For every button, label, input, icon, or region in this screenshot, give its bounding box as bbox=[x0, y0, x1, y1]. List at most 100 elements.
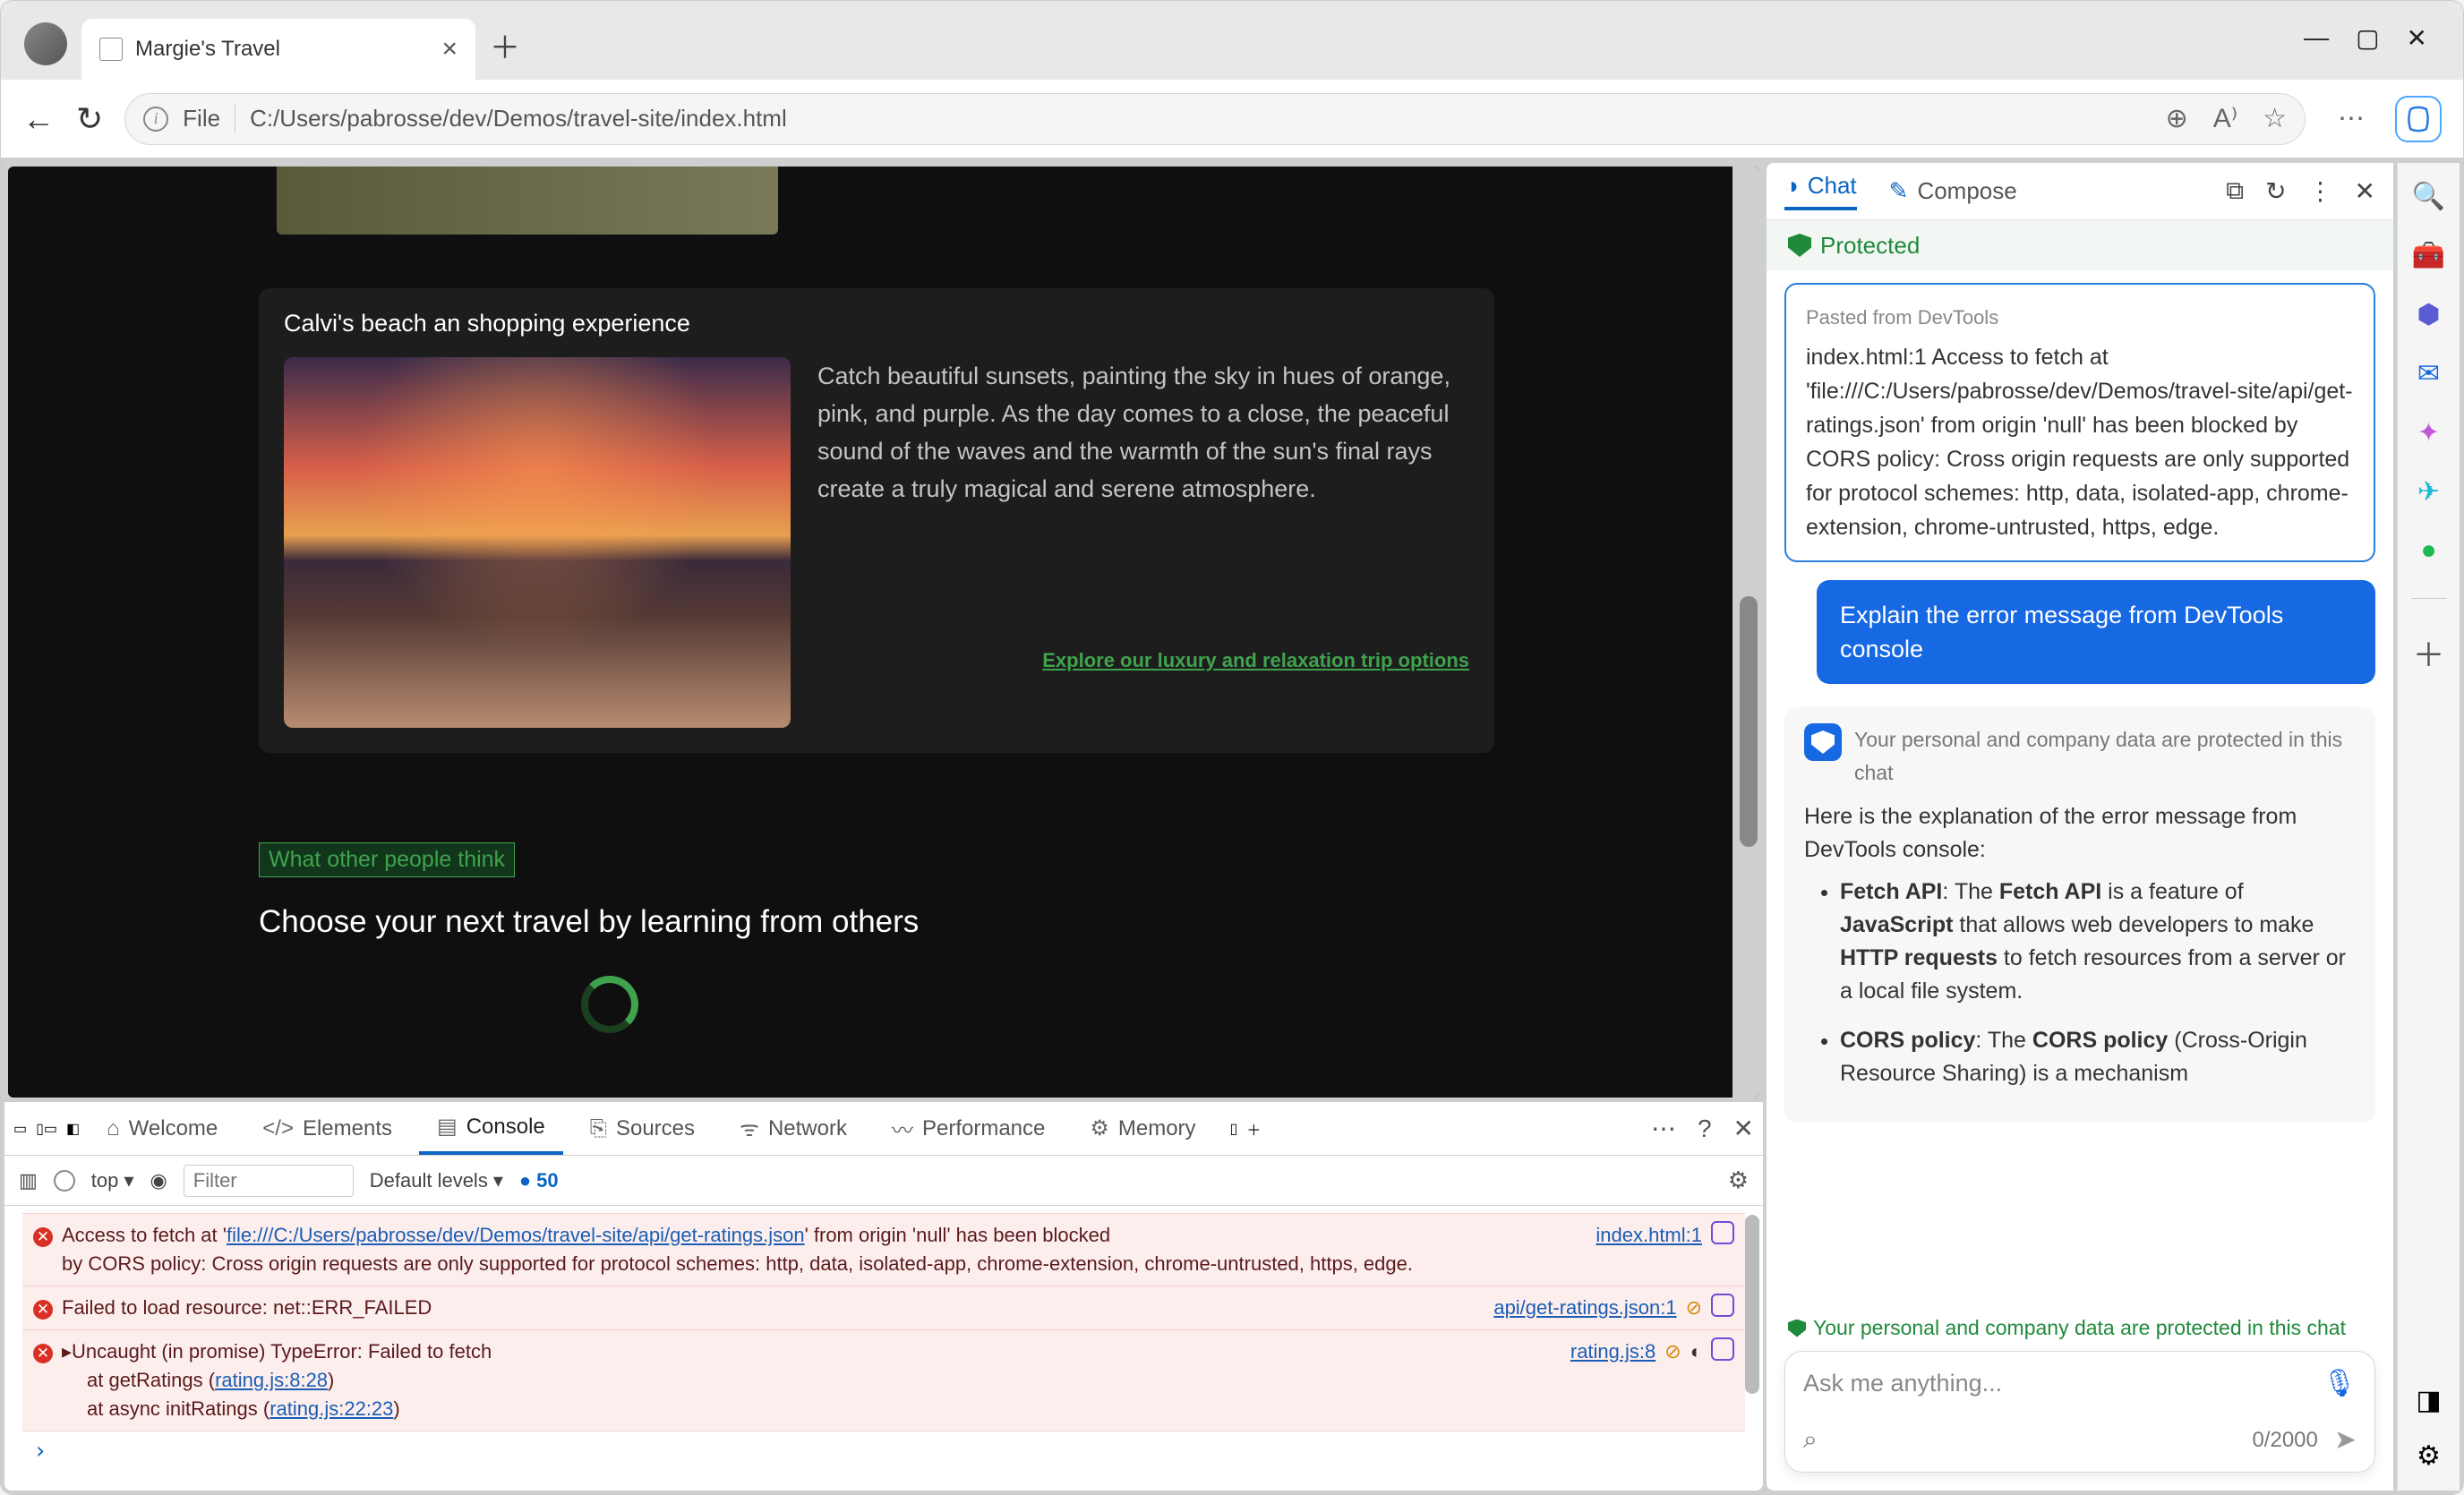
info-count-badge[interactable]: 50 bbox=[519, 1169, 559, 1192]
url-box[interactable]: i File C:/Users/pabrosse/dev/Demos/trave… bbox=[124, 93, 2306, 145]
spotify-icon[interactable]: ● bbox=[2412, 534, 2446, 568]
warning-badge-icon[interactable]: ⊘ bbox=[1686, 1294, 1702, 1322]
open-external-icon[interactable]: ⧉ bbox=[2226, 176, 2244, 206]
clear-console-icon[interactable] bbox=[54, 1170, 75, 1192]
stack2-link[interactable]: rating.js:22:23 bbox=[270, 1397, 393, 1420]
console-prompt[interactable]: › bbox=[22, 1431, 1745, 1471]
send-plane-icon[interactable]: ✈ bbox=[2412, 474, 2446, 508]
m365-icon[interactable]: ⬢ bbox=[2412, 297, 2446, 331]
b1a: Fetch API bbox=[1840, 879, 1942, 904]
copilot-explain-icon[interactable] bbox=[1711, 1294, 1734, 1317]
tab-network[interactable]: ᯤNetwork bbox=[722, 1102, 865, 1155]
profile-avatar[interactable] bbox=[24, 22, 67, 65]
warning-badge-icon[interactable]: ⊘ bbox=[1664, 1337, 1681, 1366]
devtools-close-icon[interactable]: ✕ bbox=[1733, 1114, 1754, 1143]
device-toolbar-icon[interactable]: ▯▭ bbox=[36, 1120, 57, 1138]
tab-title: Margie's Travel bbox=[135, 37, 280, 62]
copilot-input-box[interactable]: Ask me anything... 🎙 ⌕ 0/2000 ➤ bbox=[1784, 1351, 2375, 1473]
error-icon: ✕ bbox=[33, 1344, 53, 1363]
url-protocol: File bbox=[183, 105, 220, 132]
sidebar-divider bbox=[2411, 598, 2447, 599]
designer-icon[interactable]: ✦ bbox=[2412, 415, 2446, 449]
page-scrollbar-thumb[interactable] bbox=[1740, 596, 1758, 847]
outlook-icon[interactable]: ✉ bbox=[2412, 356, 2446, 390]
card-cta-link[interactable]: Explore our luxury and relaxation trip o… bbox=[817, 642, 1469, 679]
copilot-more-icon[interactable]: ⋮ bbox=[2308, 176, 2333, 206]
webpage-viewport[interactable]: Calvi's beach an shopping experience Cat… bbox=[8, 167, 1759, 1098]
tab-performance[interactable]: 〰Performance bbox=[874, 1102, 1063, 1155]
memory-icon: ⚙ bbox=[1090, 1115, 1109, 1141]
tab-elements[interactable]: </>Elements bbox=[244, 1102, 410, 1155]
zoom-icon[interactable]: ⊕ bbox=[2166, 103, 2188, 134]
answer-intro: Here is the explanation of the error mes… bbox=[1804, 800, 2356, 867]
copilot-close-icon[interactable]: ✕ bbox=[2355, 176, 2375, 206]
sidebar-settings-icon[interactable]: ⚙ bbox=[2412, 1439, 2446, 1473]
error-source-link[interactable]: index.html:1 bbox=[1596, 1221, 1702, 1250]
sidebar-toggle-icon[interactable]: ▥ bbox=[19, 1169, 38, 1192]
err1-url[interactable]: file:///C:/Users/pabrosse/dev/Demos/trav… bbox=[227, 1224, 805, 1246]
close-window-icon[interactable]: ✕ bbox=[2407, 23, 2427, 53]
refresh-icon[interactable]: ↻ bbox=[2265, 176, 2286, 206]
url-path: C:/Users/pabrosse/dev/Demos/travel-site/… bbox=[250, 105, 787, 132]
more-tabs-icon[interactable]: ＋ bbox=[1246, 1118, 1261, 1140]
copilot-conversation[interactable]: Pasted from DevTools index.html:1 Access… bbox=[1767, 270, 2393, 1316]
tab-welcome[interactable]: ⌂Welcome bbox=[89, 1102, 235, 1155]
send-icon[interactable]: ➤ bbox=[2334, 1424, 2357, 1456]
error-source-link[interactable]: api/get-ratings.json:1 bbox=[1493, 1294, 1676, 1322]
maximize-icon[interactable]: ▢ bbox=[2356, 23, 2379, 53]
copilot-input-placeholder[interactable]: Ask me anything... bbox=[1803, 1370, 2002, 1397]
refresh-button[interactable]: ↻ bbox=[76, 100, 103, 138]
info-badge-icon[interactable]: ◐ bbox=[1690, 1337, 1702, 1366]
ai-shield-icon bbox=[1804, 723, 1842, 761]
inspect-icon[interactable]: ▭ bbox=[13, 1120, 27, 1138]
copilot-tab-chat[interactable]: ◑Chat bbox=[1784, 172, 1857, 210]
console-settings-icon[interactable]: ⚙ bbox=[1728, 1166, 1749, 1194]
tab-sources[interactable]: ⎘Sources bbox=[572, 1102, 713, 1155]
console-scrollbar[interactable] bbox=[1745, 1215, 1759, 1394]
copilot-tab-compose[interactable]: ✎Compose bbox=[1889, 177, 2017, 205]
read-aloud-icon[interactable]: A⁾ bbox=[2213, 103, 2237, 134]
copilot-explain-icon[interactable] bbox=[1711, 1337, 1734, 1361]
menu-icon[interactable]: ⋯ bbox=[2338, 103, 2365, 134]
console-output[interactable]: index.html:1 ✕Access to fetch at 'file:/… bbox=[4, 1206, 1763, 1491]
error-source-link[interactable]: rating.js:8 bbox=[1570, 1337, 1656, 1366]
search-icon[interactable]: 🔍 bbox=[2412, 179, 2446, 213]
edge-sidebar: 🔍 🧰 ⬢ ✉ ✦ ✈ ● ＋ ◨ ⚙ bbox=[2397, 163, 2460, 1491]
travel-card: Calvi's beach an shopping experience Cat… bbox=[259, 288, 1494, 753]
close-tab-icon[interactable]: × bbox=[441, 34, 458, 64]
back-button[interactable]: ← bbox=[22, 100, 55, 138]
minimize-icon[interactable]: — bbox=[2304, 23, 2329, 53]
context-selector[interactable]: top ▾ bbox=[91, 1169, 134, 1192]
image-search-icon[interactable]: ⌕ bbox=[1803, 1425, 1818, 1455]
add-sidebar-item[interactable]: ＋ bbox=[2412, 629, 2444, 676]
sidebar-collapse-icon[interactable]: ◨ bbox=[2412, 1383, 2446, 1417]
tools-icon[interactable]: 🧰 bbox=[2412, 238, 2446, 272]
log-levels-selector[interactable]: Default levels ▾ bbox=[370, 1169, 503, 1192]
tab-network-label: Network bbox=[768, 1116, 847, 1141]
suggestion-button[interactable]: Explain the error message from DevTools … bbox=[1817, 580, 2375, 684]
console-filter-input[interactable] bbox=[184, 1165, 354, 1197]
new-tab-button[interactable]: ＋ bbox=[490, 23, 520, 67]
site-info-icon[interactable]: i bbox=[143, 107, 168, 132]
activity-bar-icon[interactable]: ▯ bbox=[1230, 1120, 1238, 1138]
section-badge: What other people think bbox=[259, 842, 515, 877]
dock-icon[interactable]: ◧ bbox=[66, 1120, 80, 1138]
tab-memory-label: Memory bbox=[1118, 1116, 1196, 1141]
shield-icon bbox=[1788, 234, 1811, 257]
favorite-icon[interactable]: ☆ bbox=[2263, 103, 2287, 134]
browser-tab[interactable]: Margie's Travel × bbox=[81, 19, 475, 80]
err1-mid: ' from origin 'null' has been blocked bbox=[805, 1224, 1111, 1246]
pasted-hint: Pasted from DevTools bbox=[1806, 301, 2354, 335]
devtools-help-icon[interactable]: ? bbox=[1698, 1115, 1712, 1143]
card-description: Catch beautiful sunsets, painting the sk… bbox=[817, 363, 1450, 502]
copilot-toggle[interactable] bbox=[2395, 96, 2442, 142]
stack1-link[interactable]: rating.js:8:28 bbox=[215, 1369, 328, 1391]
copilot-explain-icon[interactable] bbox=[1711, 1221, 1734, 1244]
mic-icon[interactable]: 🎙 bbox=[2323, 1368, 2357, 1399]
devtools-more-icon[interactable]: ⋯ bbox=[1651, 1114, 1676, 1143]
tab-console[interactable]: ▤Console bbox=[419, 1102, 563, 1155]
page-scrollbar[interactable] bbox=[1732, 167, 1759, 1098]
tab-memory[interactable]: ⚙ Memory bbox=[1072, 1102, 1213, 1155]
live-expression-icon[interactable]: ◉ bbox=[150, 1169, 167, 1192]
section-heading: Choose your next travel by learning from… bbox=[259, 904, 1697, 940]
